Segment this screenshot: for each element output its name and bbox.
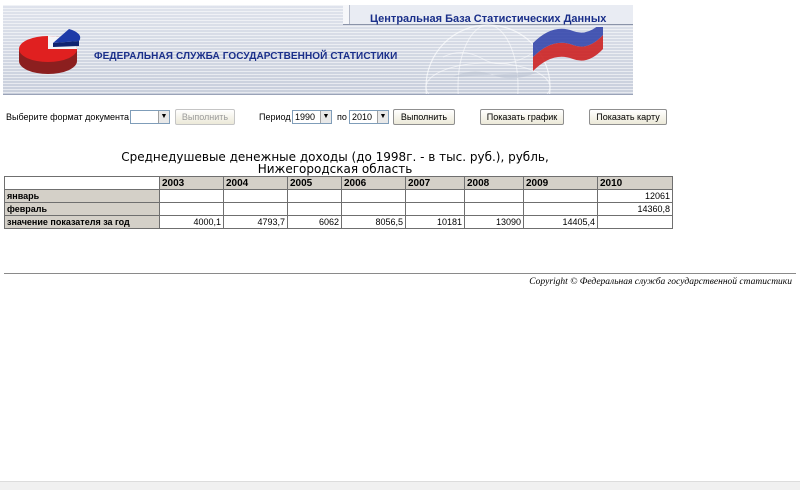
organization-title: ФЕДЕРАЛЬНАЯ СЛУЖБА ГОСУДАРСТВЕННОЙ СТАТИ… [94,51,398,62]
period-to-value: 2010 [352,112,373,122]
footer-divider [4,273,796,274]
table-cell [405,202,465,216]
chevron-down-icon: ▼ [158,111,169,123]
row-label: значение показателя за год [4,215,160,229]
table-cell: 8056,5 [341,215,406,229]
year-header: 2003 [159,176,224,190]
table-cell: 10181 [405,215,465,229]
data-table: 2003 2004 2005 2006 2007 2008 2009 2010 … [4,176,673,229]
row-label: февраль [4,202,160,216]
execute-format-button[interactable]: Выполнить [175,109,235,125]
table-cell [405,189,465,203]
year-header: 2006 [341,176,406,190]
chevron-down-icon: ▼ [320,111,331,123]
table-header-row: 2003 2004 2005 2006 2007 2008 2009 2010 [4,176,673,190]
year-header: 2010 [597,176,673,190]
table-cell: 4793,7 [223,215,288,229]
table-cell [223,202,288,216]
table-cell [341,202,406,216]
period-to-label: по [337,112,347,122]
table-cell [287,189,342,203]
period-from-select[interactable]: 1990 ▼ [292,110,332,124]
database-title: Центральная База Статистических Данных [370,13,607,25]
chevron-down-icon: ▼ [377,111,388,123]
table-cell [597,215,673,229]
table-title-line2: Нижегородская область [257,162,413,176]
table-cell [341,189,406,203]
table-cell [464,189,524,203]
table-cell [287,202,342,216]
show-map-button[interactable]: Показать карту [589,109,667,125]
year-header: 2005 [287,176,342,190]
table-title: Среднедушевые денежные доходы (до 1998г.… [100,151,570,175]
row-label: январь [4,189,160,203]
table-cell [523,202,598,216]
table-cell [159,189,224,203]
table-cell: 14405,4 [523,215,598,229]
controls-bar: Выберите формат документа ▼ Выполнить Пе… [0,108,800,128]
show-chart-button[interactable]: Показать график [480,109,564,125]
table-cell: 12061 [597,189,673,203]
execute-button[interactable]: Выполнить [393,109,455,125]
pie-chart-logo-icon [19,29,81,74]
table-row: значение показателя за год 4000,1 4793,7… [4,215,673,229]
table-cell: 14360,8 [597,202,673,216]
period-label: Период [259,112,291,122]
format-label: Выберите формат документа [6,112,130,122]
year-header: 2007 [405,176,465,190]
table-cell [223,189,288,203]
corner-cell [4,176,160,190]
year-header: 2008 [464,176,524,190]
period-to-select[interactable]: 2010 ▼ [349,110,389,124]
table-cell: 4000,1 [159,215,224,229]
header-banner: Центральная База Статистических Данных Ф… [3,5,633,95]
table-cell [523,189,598,203]
year-header: 2004 [223,176,288,190]
format-select[interactable]: ▼ [130,110,170,124]
table-cell: 6062 [287,215,342,229]
copyright-text: Copyright © Федеральная служба государст… [529,277,792,287]
table-row: январь 12061 [4,189,673,203]
year-header: 2009 [523,176,598,190]
table-cell [464,202,524,216]
table-cell: 13090 [464,215,524,229]
flag-icon [533,27,603,71]
table-cell [159,202,224,216]
table-row: февраль 14360,8 [4,202,673,216]
period-from-value: 1990 [295,112,316,122]
